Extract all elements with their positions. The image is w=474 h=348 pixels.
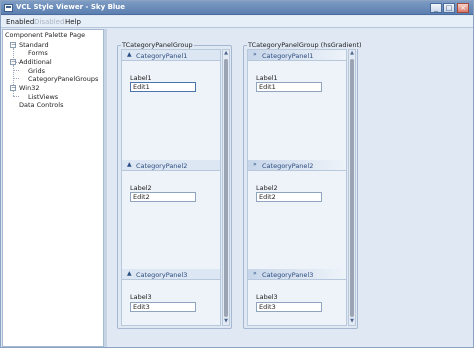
title-bar[interactable]: VCL Style Viewer - Sky Blue _ □ ×	[1, 1, 473, 15]
category-panel-header[interactable]: ▲ CategoryPanel3	[122, 269, 220, 280]
collapse-icon[interactable]: −	[10, 59, 16, 65]
close-button[interactable]: ×	[457, 3, 469, 13]
scroll-down-icon[interactable]: ▼	[349, 318, 355, 325]
edit-field[interactable]	[256, 192, 322, 202]
panel-label: Label3	[130, 293, 152, 301]
collapse-chevron-icon[interactable]: »	[253, 270, 257, 277]
collapse-chevron-icon[interactable]: ▲	[127, 51, 132, 58]
category-panel-header[interactable]: ▲ CategoryPanel1	[122, 50, 220, 61]
edit-field[interactable]	[130, 82, 196, 92]
category-panel-caption: CategoryPanel1	[262, 52, 314, 60]
category-panel-header[interactable]: » CategoryPanel2	[248, 160, 346, 171]
category-panel-caption: CategoryPanel2	[136, 162, 188, 170]
panel-label: Label3	[256, 293, 278, 301]
maximize-button[interactable]: □	[443, 3, 455, 13]
group-caption: TCategoryPanelGroup	[121, 41, 194, 49]
panel-label: Label2	[130, 184, 152, 192]
tree-item-listviews[interactable]: ListViews	[28, 93, 58, 101]
tree-connector	[13, 70, 19, 71]
tree-item-standard[interactable]: Standard	[19, 41, 49, 49]
vertical-scrollbar[interactable]: ▲ ▼	[348, 49, 356, 326]
menu-disabled: Disabled	[34, 18, 65, 26]
scroll-thumb[interactable]	[224, 59, 228, 317]
category-panel-header[interactable]: » CategoryPanel1	[248, 50, 346, 61]
collapse-icon[interactable]: −	[10, 85, 16, 91]
tree-header: Component Palette Page	[5, 31, 86, 39]
tree-item-grids[interactable]: Grids	[28, 67, 45, 75]
menu-enabled[interactable]: Enabled	[6, 18, 34, 26]
group-caption: TCategoryPanelGroup (hsGradient)	[247, 41, 363, 49]
minimize-button[interactable]: _	[430, 3, 442, 13]
collapse-icon[interactable]: −	[10, 42, 16, 48]
tree-connector	[13, 96, 19, 97]
panel-container: ▲ CategoryPanel1 Label1 ▲ CategoryPanel2…	[121, 49, 221, 326]
tree-connector	[13, 78, 19, 79]
category-panel-caption: CategoryPanel1	[136, 52, 188, 60]
scroll-up-icon[interactable]: ▲	[223, 50, 229, 57]
collapse-chevron-icon[interactable]: ▲	[127, 161, 132, 168]
edit-field[interactable]	[256, 82, 322, 92]
component-palette-tree[interactable]: Component Palette Page − Standard Forms …	[2, 29, 104, 347]
panel-label: Label1	[130, 74, 152, 82]
collapse-chevron-icon[interactable]: »	[253, 51, 257, 58]
category-panel-header[interactable]: ▲ CategoryPanel2	[122, 160, 220, 171]
tree-item-forms[interactable]: Forms	[28, 49, 48, 57]
category-panel-header[interactable]: » CategoryPanel3	[248, 269, 346, 280]
collapse-chevron-icon[interactable]: ▲	[127, 270, 132, 277]
window-title: VCL Style Viewer - Sky Blue	[16, 3, 126, 11]
panel-label: Label2	[256, 184, 278, 192]
content-area: TCategoryPanelGroup ▲ CategoryPanel1 Lab…	[107, 29, 473, 347]
scroll-thumb[interactable]	[350, 59, 354, 317]
edit-field[interactable]	[130, 192, 196, 202]
tree-item-categorypanelgroups[interactable]: CategoryPanelGroups	[28, 75, 98, 83]
menu-bar: Enabled Disabled Help	[1, 16, 473, 28]
app-icon[interactable]	[4, 4, 13, 12]
tree-item-win32[interactable]: Win32	[19, 84, 39, 92]
tree-item-additional[interactable]: Additional	[19, 58, 52, 66]
category-panel-caption: CategoryPanel2	[262, 162, 314, 170]
main-window: VCL Style Viewer - Sky Blue _ □ × Enable…	[0, 0, 474, 348]
collapse-chevron-icon[interactable]: »	[253, 161, 257, 168]
edit-field[interactable]	[256, 302, 322, 312]
scroll-up-icon[interactable]: ▲	[349, 50, 355, 57]
scroll-down-icon[interactable]: ▼	[223, 318, 229, 325]
category-panel-caption: CategoryPanel3	[136, 271, 188, 279]
vertical-scrollbar[interactable]: ▲ ▼	[222, 49, 230, 326]
category-panel-caption: CategoryPanel3	[262, 271, 314, 279]
menu-help[interactable]: Help	[65, 18, 81, 26]
category-panel-group-gradient: TCategoryPanelGroup (hsGradient) » Categ…	[243, 41, 363, 329]
tree-item-data-controls[interactable]: Data Controls	[19, 101, 63, 109]
edit-field[interactable]	[130, 302, 196, 312]
panel-container: » CategoryPanel1 Label1 » CategoryPanel2…	[247, 49, 347, 326]
category-panel-group: TCategoryPanelGroup ▲ CategoryPanel1 Lab…	[117, 41, 232, 329]
panel-label: Label1	[256, 74, 278, 82]
